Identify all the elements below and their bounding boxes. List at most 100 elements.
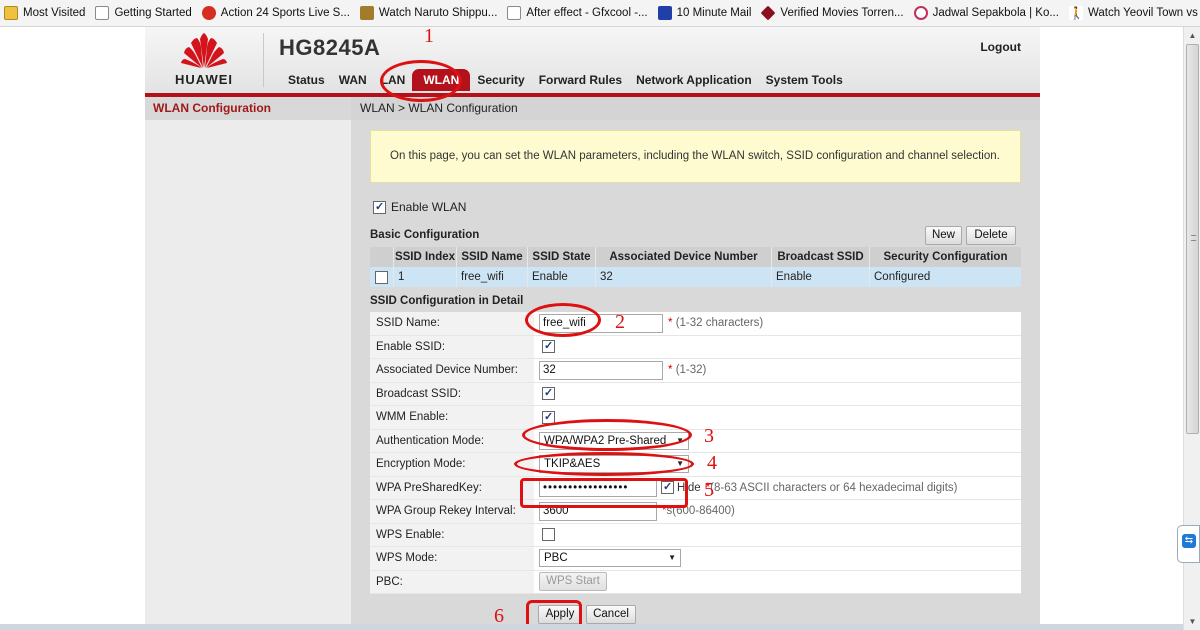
bookmark-verified-movies[interactable]: Verified Movies Torren... — [757, 0, 909, 26]
assoc-device-label: Associated Device Number: — [370, 359, 534, 382]
bookmark-naruto[interactable]: Watch Naruto Shippu... — [356, 0, 503, 26]
enable-wlan-row: Enable WLAN — [373, 200, 466, 214]
table-cell: Enable — [772, 267, 870, 287]
rekey-row: WPA Group Rekey Interval: *s(600-86400) — [370, 500, 1021, 524]
bookmark-label: Verified Movies Torren... — [780, 7, 904, 19]
taskbar-edge — [0, 624, 1183, 630]
assoc-device-row: Associated Device Number: * (1-32) — [370, 359, 1021, 383]
assoc-device-input[interactable] — [539, 360, 663, 380]
table-cell: 1 — [394, 267, 457, 287]
router-ui: HUAWEI HG8245A Logout Status WAN LAN WLA… — [145, 27, 1040, 630]
enable-ssid-label: Enable SSID: — [370, 335, 534, 358]
enable-wlan-checkbox[interactable] — [373, 200, 386, 214]
row-select-checkbox[interactable] — [375, 270, 388, 284]
row-select-cell — [370, 267, 394, 287]
pbc-label: PBC: — [370, 570, 534, 593]
broadcast-ssid-checkbox[interactable] — [542, 386, 555, 401]
wmm-label: WMM Enable: — [370, 406, 534, 429]
bookmark-label: Jadwal Sepakbola | Ko... — [932, 7, 1059, 19]
column-header: Broadcast SSID — [772, 247, 870, 267]
enable-ssid-row: Enable SSID: — [370, 335, 1021, 359]
main-nav: Status WAN LAN WLAN Security Forward Rul… — [281, 67, 850, 93]
rekey-hint: s(600-86400) — [666, 505, 735, 518]
bookmark-getting-started[interactable]: Getting Started — [91, 0, 197, 26]
nav-system-tools[interactable]: System Tools — [759, 69, 850, 91]
bookmark-label: Watch Yeovil Town vs ... — [1087, 7, 1200, 19]
bookmark-jadwal[interactable]: Jadwal Sepakbola | Ko... — [910, 0, 1065, 26]
ssid-name-input[interactable] — [539, 313, 663, 333]
psk-input[interactable] — [539, 478, 657, 498]
delete-button[interactable]: Delete — [966, 226, 1016, 245]
table-cell: Enable — [528, 267, 596, 287]
hide-psk-label: Hide — [677, 481, 701, 494]
ssid-name-row: SSID Name: * (1-32 characters) — [370, 312, 1021, 336]
mail-icon — [657, 6, 672, 20]
enc-mode-select[interactable]: TKIP&AES — [539, 455, 689, 474]
page-icon — [95, 6, 110, 20]
apply-button[interactable]: Apply — [538, 605, 582, 624]
sidebar-body — [145, 120, 351, 630]
nav-lan[interactable]: LAN — [374, 69, 413, 91]
ssid-detail-title: SSID Configuration in Detail — [370, 295, 524, 307]
scroll-up-icon[interactable]: ▲ — [1184, 27, 1200, 44]
huawei-petal-icon — [181, 33, 227, 68]
auth-mode-select[interactable]: WPA/WPA2 Pre-Shared — [539, 431, 689, 450]
ssid-table-header: SSID Index SSID Name SSID State Associat… — [370, 247, 1021, 267]
side-widget[interactable]: ⇆ — [1177, 525, 1200, 563]
bookmark-most-visited[interactable]: Most Visited — [0, 0, 91, 26]
rekey-label: WPA Group Rekey Interval: — [370, 500, 534, 523]
bookmark-yeovil[interactable]: 🚶 Watch Yeovil Town vs ... — [1065, 0, 1200, 26]
header-divider — [263, 33, 264, 87]
bookmark-action24[interactable]: Action 24 Sports Live S... — [198, 0, 356, 26]
nav-security[interactable]: Security — [470, 69, 531, 91]
rekey-input[interactable] — [539, 501, 657, 521]
nav-network-application[interactable]: Network Application — [629, 69, 759, 91]
record-icon — [201, 6, 216, 20]
scroll-down-icon[interactable]: ▼ — [1184, 613, 1200, 630]
table-cell: free_wifi — [457, 267, 528, 287]
enable-ssid-checkbox[interactable] — [542, 339, 555, 354]
cancel-button[interactable]: Cancel — [586, 605, 636, 624]
wps-mode-select[interactable]: PBC — [539, 549, 681, 568]
device-model: HG8245A — [279, 35, 381, 60]
column-header: SSID State — [528, 247, 596, 267]
table-cell: 32 — [596, 267, 772, 287]
ssid-detail-form: SSID Name: * (1-32 characters) Enable SS… — [370, 312, 1021, 594]
cube-icon — [760, 5, 776, 21]
header: HUAWEI HG8245A Logout Status WAN LAN WLA… — [145, 27, 1040, 93]
wmm-checkbox[interactable] — [542, 410, 555, 424]
bookmark-10-minute-mail[interactable]: 10 Minute Mail — [654, 0, 758, 26]
bookmark-label: Most Visited — [23, 7, 86, 19]
nav-wan[interactable]: WAN — [332, 69, 374, 91]
page-icon — [507, 6, 522, 20]
enc-mode-label: Encryption Mode: — [370, 453, 534, 476]
annotation-number: 2 — [615, 311, 625, 333]
hide-psk-checkbox[interactable] — [661, 480, 674, 495]
bookmark-label: 10 Minute Mail — [676, 7, 752, 19]
psk-row: WPA PreSharedKey: Hide *(8-63 ASCII char… — [370, 476, 1021, 500]
wps-start-button[interactable]: WPS Start — [539, 572, 607, 592]
column-header: SSID Index — [394, 247, 457, 267]
annotation-number: 4 — [707, 452, 717, 474]
table-row[interactable]: 1 free_wifi Enable 32 Enable Configured — [370, 267, 1021, 287]
auth-mode-label: Authentication Mode: — [370, 429, 534, 452]
column-header: SSID Name — [457, 247, 528, 267]
new-button[interactable]: New — [925, 226, 962, 245]
bookmarks-bar: Most Visited Getting Started Action 24 S… — [0, 0, 1200, 27]
scrollbar-thumb[interactable] — [1186, 44, 1199, 434]
enc-mode-row: Encryption Mode: TKIP&AES — [370, 453, 1021, 477]
logout-link[interactable]: Logout — [980, 40, 1021, 54]
sidebar-item-wlan-configuration[interactable]: WLAN Configuration — [145, 97, 351, 120]
wps-enable-checkbox[interactable] — [542, 528, 555, 542]
nav-wlan[interactable]: WLAN — [412, 69, 471, 91]
psk-label: WPA PreSharedKey: — [370, 476, 534, 499]
auth-mode-row: Authentication Mode: WPA/WPA2 Pre-Shared — [370, 429, 1021, 453]
nav-forward-rules[interactable]: Forward Rules — [532, 69, 629, 91]
browser-page: HUAWEI HG8245A Logout Status WAN LAN WLA… — [0, 27, 1183, 630]
teamviewer-icon: ⇆ — [1182, 534, 1196, 548]
psk-hint: (8-63 ASCII characters or 64 hexadecimal… — [710, 481, 958, 494]
annotation-number: 5 — [704, 479, 714, 501]
nav-status[interactable]: Status — [281, 69, 332, 91]
bookmark-label: Getting Started — [114, 7, 192, 19]
bookmark-after-effect[interactable]: After effect - Gfxcool -... — [503, 0, 653, 26]
